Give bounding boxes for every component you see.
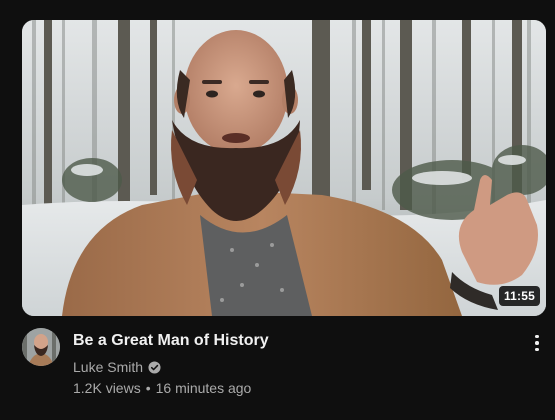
channel-avatar[interactable] bbox=[22, 328, 60, 366]
menu-dot bbox=[535, 347, 539, 352]
video-title[interactable]: Be a Great Man of History bbox=[73, 330, 513, 352]
menu-dot bbox=[535, 334, 539, 339]
thumbnail-image bbox=[22, 20, 546, 316]
meta-separator: • bbox=[145, 380, 151, 396]
video-card: 11:55 Be a Great Man of History Luke Smi… bbox=[0, 0, 555, 420]
video-thumbnail[interactable]: 11:55 bbox=[22, 20, 546, 316]
more-vert-icon[interactable] bbox=[526, 332, 548, 354]
verified-check-icon bbox=[148, 360, 161, 374]
duration-badge: 11:55 bbox=[498, 286, 540, 306]
channel-row: Luke Smith bbox=[73, 358, 513, 376]
channel-avatar-image bbox=[22, 328, 60, 366]
video-meta: Be a Great Man of History Luke Smith 1.2… bbox=[73, 330, 513, 397]
upload-time: 16 minutes ago bbox=[155, 380, 252, 396]
menu-dot bbox=[535, 341, 539, 345]
view-count: 1.2K views bbox=[73, 380, 141, 396]
video-stats: 1.2K views • 16 minutes ago bbox=[73, 379, 513, 397]
channel-name[interactable]: Luke Smith bbox=[73, 358, 143, 376]
